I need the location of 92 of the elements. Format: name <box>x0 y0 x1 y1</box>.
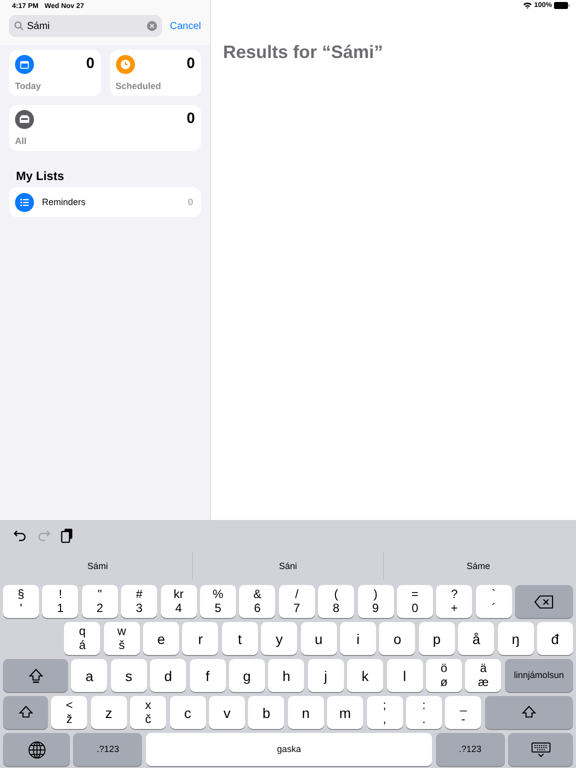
letter-key[interactable]: f <box>190 659 226 692</box>
letter-key[interactable]: = 0 <box>396 585 433 618</box>
calendar-icon <box>15 55 34 74</box>
letter-key[interactable]: # 3 <box>121 585 158 618</box>
results-title: Results for “Sámi” <box>223 42 384 63</box>
letter-key[interactable]: a <box>71 659 108 692</box>
letter-key[interactable]: g <box>228 659 265 692</box>
delete-icon <box>534 594 554 608</box>
letter-key[interactable]: u <box>300 622 337 655</box>
letter-key[interactable]: ) 9 <box>358 585 394 618</box>
letter-key[interactable]: k <box>347 659 384 692</box>
hide-keyboard-key[interactable] <box>508 733 573 766</box>
letter-key[interactable]: & 6 <box>239 585 276 618</box>
letter-key[interactable]: ? + <box>436 585 472 618</box>
tray-icon <box>15 110 34 129</box>
section-heading: My Lists <box>16 169 66 183</box>
letter-key[interactable]: v <box>208 696 245 729</box>
letter-key[interactable]: % 5 <box>200 585 236 618</box>
wifi-icon <box>523 2 532 9</box>
globe-icon <box>28 740 46 758</box>
suggestion[interactable]: Sáme <box>382 552 573 580</box>
clock-icon <box>116 55 134 74</box>
letter-key[interactable]: ; , <box>366 696 403 729</box>
letter-key[interactable]: j <box>308 659 344 692</box>
numbers-key[interactable]: .?123 <box>436 733 505 766</box>
smart-list-card[interactable]: 0 Today <box>9 50 100 96</box>
letter-key[interactable]: m <box>327 696 364 729</box>
letter-key[interactable]: đ <box>537 622 573 655</box>
caps-lock-icon <box>28 668 44 684</box>
letter-key[interactable]: å <box>458 622 494 655</box>
keyboard-icon <box>530 742 550 758</box>
letter-key[interactable]: ö ø <box>426 659 462 692</box>
smart-list-card[interactable]: 0 Scheduled <box>110 50 201 96</box>
letter-key[interactable]: < ž <box>51 696 88 729</box>
letter-key[interactable]: " 2 <box>82 585 118 618</box>
letter-key[interactable]: b <box>248 696 284 729</box>
clear-icon[interactable] <box>146 21 157 31</box>
letter-key[interactable]: kr 4 <box>160 585 197 618</box>
paste-icon[interactable] <box>61 528 73 543</box>
letter-key[interactable]: t <box>222 622 258 655</box>
letter-key[interactable]: d <box>150 659 186 692</box>
letter-key[interactable]: ŋ <box>498 622 534 655</box>
list-label: Scheduled <box>116 81 162 91</box>
shift-icon <box>520 704 537 720</box>
letter-key[interactable]: : . <box>406 696 442 729</box>
letter-key[interactable]: ! 1 <box>42 585 78 618</box>
list-label: All <box>15 136 28 146</box>
letter-key[interactable]: x č <box>130 696 166 729</box>
delete-key[interactable] <box>515 585 573 618</box>
letter-key[interactable]: h <box>268 659 304 692</box>
letter-key[interactable]: w š <box>104 622 140 655</box>
space-key[interactable]: gaska <box>146 733 432 766</box>
suggestion[interactable]: Sámi <box>3 552 192 580</box>
letter-key[interactable]: q á <box>64 622 100 655</box>
letter-key[interactable]: § ' <box>3 585 39 618</box>
letter-key[interactable]: e <box>143 622 180 655</box>
letter-key[interactable]: c <box>170 696 206 729</box>
letter-key[interactable]: p <box>418 622 455 655</box>
letter-key[interactable]: s <box>110 659 147 692</box>
undo-icon[interactable] <box>13 528 27 542</box>
letter-key[interactable]: ` ´ <box>476 585 512 618</box>
list-icon <box>15 192 34 212</box>
list-row[interactable]: Reminders 0 <box>9 187 201 217</box>
letter-key[interactable]: _ - <box>445 696 482 729</box>
return-key[interactable]: linnjámolsun <box>504 659 573 692</box>
letter-key[interactable]: i <box>340 622 376 655</box>
search-field[interactable]: Sámi <box>9 15 162 37</box>
list-count: 0 <box>186 55 195 74</box>
search-icon <box>14 21 24 31</box>
letter-key[interactable]: o <box>379 622 416 655</box>
list-name: Reminders <box>42 197 87 207</box>
shift-key[interactable] <box>3 696 48 729</box>
letter-key[interactable]: ä æ <box>465 659 502 692</box>
list-count: 0 <box>188 197 193 207</box>
list-label: Today <box>15 81 42 91</box>
caps-lock-key[interactable] <box>3 659 68 692</box>
globe-key[interactable] <box>3 733 70 766</box>
letter-key[interactable]: z <box>90 696 127 729</box>
letter-key[interactable]: r <box>182 622 218 655</box>
suggestion[interactable]: Sáni <box>192 552 383 580</box>
cancel-button[interactable]: Cancel <box>170 20 201 32</box>
list-count: 0 <box>86 55 94 74</box>
battery-icon <box>554 2 570 9</box>
letter-key[interactable]: y <box>261 622 298 655</box>
letter-key[interactable]: ( 8 <box>318 585 354 618</box>
numbers-key[interactable]: .?123 <box>73 733 142 766</box>
shift-icon <box>18 704 34 720</box>
letter-key[interactable]: l <box>386 659 423 692</box>
list-count: 0 <box>186 110 195 129</box>
letter-key[interactable]: / 7 <box>278 585 315 618</box>
smart-list-card[interactable]: 0 All <box>9 105 201 151</box>
letter-key[interactable]: n <box>288 696 324 729</box>
